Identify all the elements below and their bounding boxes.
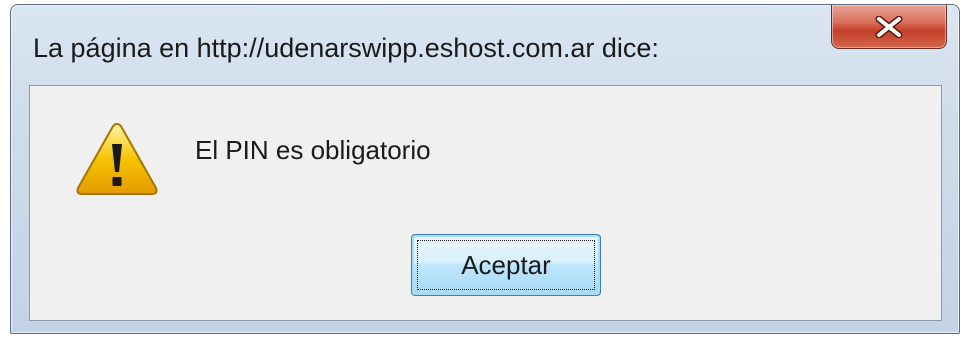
close-icon <box>874 15 904 38</box>
dialog-title: La página en http://udenarswipp.eshost.c… <box>33 33 659 63</box>
accept-button-label: Aceptar <box>461 249 551 280</box>
dialog-content: El PIN es obligatorio Aceptar <box>30 86 941 322</box>
dialog-titlebar[interactable]: La página en http://udenarswipp.eshost.c… <box>11 5 959 85</box>
alert-dialog: La página en http://udenarswipp.eshost.c… <box>10 4 960 334</box>
dialog-message: El PIN es obligatorio <box>195 135 431 165</box>
warning-icon <box>74 120 160 198</box>
accept-button[interactable]: Aceptar <box>411 234 601 296</box>
dialog-body: El PIN es obligatorio Aceptar <box>29 85 942 321</box>
close-button[interactable] <box>831 5 947 49</box>
